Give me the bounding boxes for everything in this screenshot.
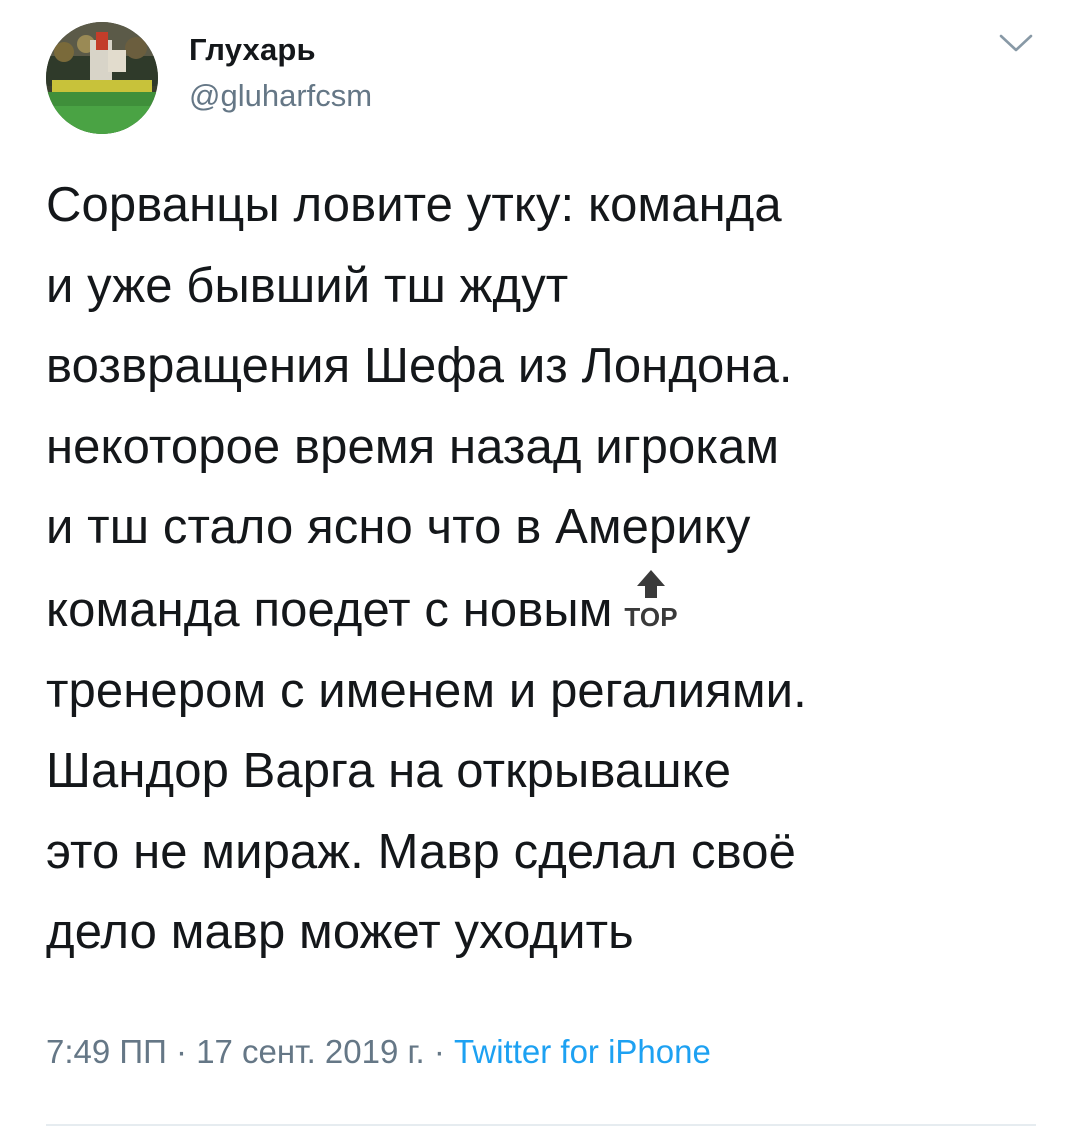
tweet-menu-button[interactable] [996, 28, 1036, 58]
tweet-line: это не мираж. Мавр сделал своё [46, 824, 796, 879]
tweet-meta: 7:49 ПП · 17 сент. 2019 г. · Twitter for… [46, 1030, 711, 1074]
top-arrow-emoji-icon: TOP [621, 568, 681, 632]
user-handle[interactable]: @gluharfcsm [189, 76, 372, 116]
tweet-header: Глухарь @gluharfcsm [46, 22, 1036, 134]
tweet-line: тренером с именем и регалиями. [46, 663, 807, 718]
divider [46, 1124, 1036, 1126]
tweet-line: дело мавр может уходить [46, 905, 634, 960]
display-name[interactable]: Глухарь [189, 30, 372, 70]
tweet-line: и тш стало ясно что в Америку [46, 500, 751, 555]
tweet-line-with-emoji: команда поедет с новым TOP [46, 568, 1046, 651]
tweet-line: и уже бывший тш ждут [46, 258, 569, 313]
tweet-date[interactable]: 17 сент. 2019 г. [196, 1033, 425, 1070]
meta-separator: · [433, 1033, 445, 1070]
tweet-line: Шандор Варга на открывашке [46, 744, 732, 799]
chevron-down-icon [999, 34, 1033, 52]
tweet-line: возвращения Шефа из Лондона. [46, 339, 793, 394]
tweet-line: некоторое время назад игрокам [46, 419, 780, 474]
stadium-crowd-avatar [46, 22, 158, 134]
user-names: Глухарь @gluharfcsm [189, 30, 372, 116]
meta-separator: · [176, 1033, 188, 1070]
tweet-source-link[interactable]: Twitter for iPhone [454, 1033, 711, 1070]
tweet-line-text: команда поедет с новым [46, 582, 613, 637]
avatar[interactable] [46, 22, 158, 134]
tweet-text: Сорванцы ловите утку: команда и уже бывш… [46, 165, 1046, 973]
tweet-time[interactable]: 7:49 ПП [46, 1033, 167, 1070]
top-emoji-label: TOP [624, 602, 677, 632]
tweet-line: Сорванцы ловите утку: команда [46, 178, 782, 232]
